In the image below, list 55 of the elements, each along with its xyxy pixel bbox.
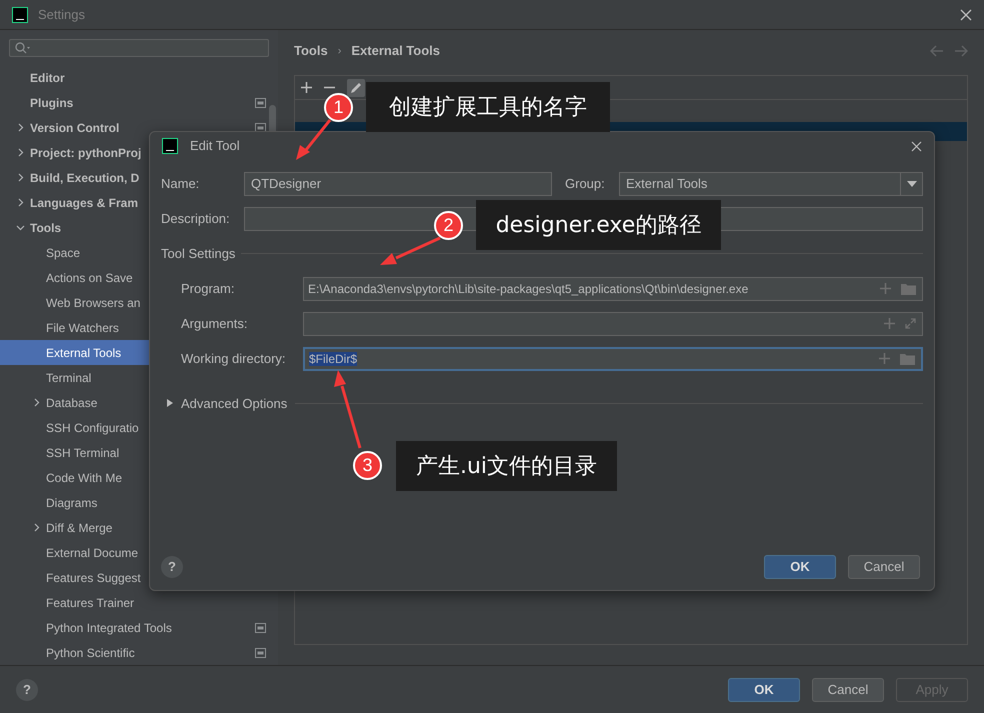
default-button[interactable]: OK [728, 678, 800, 702]
search-icon [15, 42, 31, 54]
field-label: Group: [565, 175, 606, 194]
advanced-options-toggle[interactable]: Advanced Options [181, 394, 288, 413]
name-input[interactable]: QTDesigner [244, 172, 552, 196]
chevron-right-icon[interactable] [16, 198, 25, 207]
sidebar-item[interactable]: Diff & Merge [0, 515, 278, 540]
help-button[interactable]: ? [16, 678, 38, 700]
add-icon[interactable] [301, 82, 312, 93]
field-label: Name: [161, 175, 200, 194]
sidebar-item[interactable]: Features Trainer [0, 590, 278, 615]
annotation-arrow [296, 119, 332, 160]
chevron-right-icon[interactable] [16, 123, 25, 132]
group-dropdown[interactable]: External Tools [619, 172, 923, 196]
chevron-right-icon[interactable] [16, 173, 25, 182]
input-value: E:\Anaconda3\envs\pytorch\Lib\site-packages\qt5_applications\Qt\bin\designer.exe [308, 282, 748, 296]
input-value: $FileDir$ [309, 352, 358, 366]
breadcrumb-separator: › [338, 44, 342, 59]
annotation-label: 产生.ui文件的目录 [396, 441, 617, 491]
app-logo-icon [162, 138, 178, 154]
breadcrumb-item[interactable]: External Tools [351, 41, 440, 61]
sidebar-item[interactable]: Editor [0, 65, 278, 90]
search-field[interactable] [9, 39, 269, 57]
annotation-label: designer.exe的路径 [476, 200, 721, 250]
project-scope-icon [255, 98, 266, 108]
sidebar-item[interactable]: Plugins [0, 90, 278, 115]
field-label: Description: [161, 210, 231, 228]
annotation-arrow [380, 236, 441, 265]
chevron-down-icon[interactable] [16, 223, 25, 232]
app-logo-icon [12, 6, 28, 22]
triangle-right-icon[interactable] [167, 399, 173, 408]
dialog-title: Edit Tool [190, 137, 240, 156]
edit-pencil-icon[interactable] [347, 78, 365, 96]
sidebar-item[interactable]: Python Scientific [0, 640, 278, 665]
chevron-right-icon[interactable] [32, 398, 41, 407]
project-scope-icon [255, 648, 266, 658]
project-scope-icon [255, 622, 266, 632]
dialog-button[interactable]: Cancel [848, 555, 920, 579]
help-button[interactable]: ? [161, 556, 183, 578]
default-button[interactable]: OK [764, 555, 836, 579]
sidebar-item[interactable]: Python Integrated Tools [0, 615, 278, 640]
sidebar-item[interactable]: Version Control [0, 115, 278, 140]
chevron-right-icon[interactable] [32, 523, 41, 532]
chevron-right-icon[interactable] [16, 148, 25, 157]
close-icon[interactable] [911, 140, 922, 152]
field-label: Program: [181, 280, 236, 298]
dialog-button[interactable]: Cancel [812, 678, 884, 702]
project-scope-icon [255, 122, 266, 132]
window-title: Settings [38, 6, 85, 24]
close-icon[interactable] [960, 8, 972, 20]
annotation-label: 创建扩展工具的名字 [366, 82, 610, 132]
section-title: Tool Settings [161, 245, 236, 263]
breadcrumb-item[interactable]: Tools [294, 41, 328, 61]
dropdown-arrow-icon [906, 181, 916, 187]
field-label: Arguments: [181, 314, 248, 333]
